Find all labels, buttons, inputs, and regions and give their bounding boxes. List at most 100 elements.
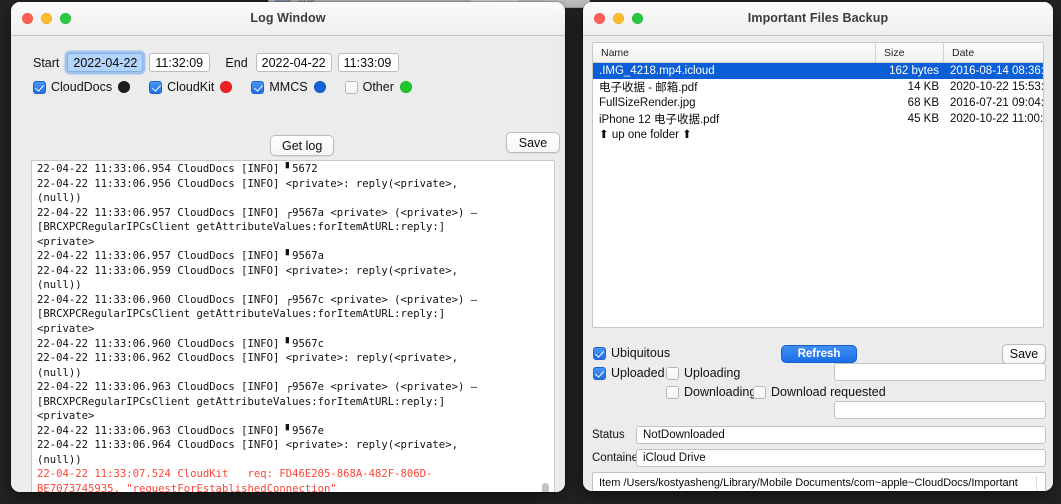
log-line: <private> [37,410,95,423]
container-value[interactable]: iCloud Drive [636,449,1046,467]
label-downloading: Downloading [684,385,757,399]
backup-save-button[interactable]: Save [1002,344,1046,364]
item-path-textarea[interactable]: Item /Users/kostyasheng/Library/Mobile D… [592,472,1046,491]
table-row[interactable]: 电子收据 - 邮箱.pdf 14 KB 2020-10-22 15:53:... [593,79,1043,95]
checkbox-other[interactable] [344,80,358,94]
log-line: (null)) [37,453,82,466]
checkbox-cloudkit[interactable] [149,80,163,94]
start-time-input[interactable]: 11:32:09 [149,53,211,72]
date-range-row: Start 2022-04-22 11:32:09 End 2022-04-22… [33,53,399,72]
filter-cloudkit[interactable]: CloudKit [149,80,244,94]
clouddocs-color-dot-icon [118,81,131,93]
log-line: (null)) [37,192,82,205]
log-line: 22-04-22 11:33:06.960 CloudDocs [INFO] ▘… [37,337,325,350]
status-row: Status NotDownloaded [592,426,1046,444]
column-header-size[interactable]: Size [876,43,944,62]
end-label: End [225,55,248,70]
log-line: 22-04-22 11:33:06.963 CloudDocs [INFO] ┌… [37,381,478,394]
filter-clouddocs-label: CloudDocs [51,80,113,94]
file-date-cell: 2020-10-22 15:53:... [950,81,1043,93]
log-window-title: Log Window [250,11,326,25]
mmcs-color-dot-icon [313,81,326,93]
checkbox-row-ubiquitous[interactable]: Ubiquitous [593,346,676,360]
filter-mmcs[interactable]: MMCS [251,80,337,94]
log-scrollbar-track[interactable] [539,162,553,492]
checkbox-clouddocs[interactable] [33,80,46,94]
container-row: Container iCloud Drive [592,449,1046,467]
start-date-input[interactable]: 2022-04-22 [67,53,144,72]
checkbox-download-requested[interactable] [753,385,766,399]
log-line: 22-04-22 11:33:06.963 CloudDocs [INFO] ▘… [37,424,325,437]
file-name-cell: .IMG_4218.mp4.icloud [599,65,715,77]
log-line: (null)) [37,366,82,379]
file-date-cell: 2020-10-22 11:00:32 [950,113,1043,125]
file-date-cell: 2016-08-14 08:36:... [950,65,1043,77]
log-output-text: 22-04-22 11:33:06.954 CloudDocs [INFO] ▘… [37,162,538,492]
checkbox-row-uploading[interactable]: Uploading [666,366,746,380]
file-name-cell: iPhone 12 电子收据.pdf [599,114,720,126]
get-log-button[interactable]: Get log [270,135,335,156]
log-line: [BRCXPCRegularIPCsClient getAttributeVal… [37,221,446,234]
log-save-button[interactable]: Save [506,132,560,153]
label-uploaded: Uploaded [611,366,665,380]
file-list-table[interactable]: Name Size Date .IMG_4218.mp4.icloud 162 b… [592,42,1044,328]
checkbox-uploaded[interactable] [593,366,606,380]
file-size-cell: 14 KB [907,81,939,93]
log-line: <private> [37,323,95,336]
up-one-folder-row[interactable]: ⬆ up one folder ⬆ [593,127,1043,141]
backup-window-title: Important Files Backup [747,11,889,25]
table-row[interactable]: FullSizeRender.jpg 68 KB 2016-07-21 09:04:… [593,95,1043,111]
log-line: [BRCXPCRegularIPCsClient getAttributeVal… [37,308,446,321]
log-line: 22-04-22 11:33:06.964 CloudDocs [INFO] <… [37,439,458,452]
checkbox-downloading[interactable] [666,385,679,399]
end-time-input[interactable]: 11:33:09 [337,53,399,72]
filter-cloudkit-label: CloudKit [167,80,215,94]
filter-other[interactable]: Other [344,80,424,94]
log-window-titlebar[interactable]: Log Window [11,2,565,36]
start-label: Start [33,55,60,70]
item-path-text: Item /Users/kostyasheng/Library/Mobile D… [599,477,1018,491]
checkbox-row-downloading[interactable]: Downloading [666,385,762,399]
file-size-cell: 162 bytes [889,65,939,77]
log-line: 22-04-22 11:33:06.957 CloudDocs [INFO] ┌… [37,206,478,219]
log-line: 22-04-22 11:33:06.954 CloudDocs [INFO] ▘… [37,163,318,175]
download-text-field[interactable] [834,401,1046,419]
status-label: Status [592,429,625,441]
label-uploading: Uploading [684,366,741,380]
log-scrollbar-thumb[interactable] [542,483,549,492]
file-name-cell: FullSizeRender.jpg [599,97,696,109]
label-download-requested: Download requested [771,385,886,399]
filter-clouddocs[interactable]: CloudDocs [33,80,142,94]
file-list-header: Name Size Date [593,43,1043,63]
table-row[interactable]: iPhone 12 电子收据.pdf 45 KB 2020-10-22 11:00:… [593,111,1043,127]
uploading-text-field[interactable] [834,363,1046,381]
container-label: Container [592,452,642,464]
log-line: <private> [37,235,95,248]
checkbox-mmcs[interactable] [251,80,265,94]
end-date-input[interactable]: 2022-04-22 [255,53,332,72]
item-path-scrollbar[interactable] [1036,476,1043,491]
log-filter-row: CloudDocs CloudKit MMCS Other [33,80,431,94]
checkbox-uploading[interactable] [666,366,679,380]
cloudkit-color-dot-icon [220,81,233,93]
label-ubiquitous: Ubiquitous [611,346,671,360]
refresh-button[interactable]: Refresh [781,345,857,363]
file-date-cell: 2016-07-21 09:04:... [950,97,1043,109]
column-header-name[interactable]: Name [593,43,876,62]
status-value[interactable]: NotDownloaded [636,426,1046,444]
log-line: 22-04-22 11:33:06.962 CloudDocs [INFO] <… [37,352,458,365]
backup-window-titlebar[interactable]: Important Files Backup [583,2,1053,36]
log-line: [BRCXPCRegularIPCsClient getAttributeVal… [37,395,446,408]
log-window[interactable]: Log Window Start 2022-04-22 11:32:09 End… [11,2,565,492]
log-output-scrollview[interactable]: 22-04-22 11:33:06.954 CloudDocs [INFO] ▘… [31,160,555,492]
file-size-cell: 68 KB [907,97,939,109]
log-line: 22-04-22 11:33:07.524 CloudKit req: FD46… [37,468,433,481]
log-line: 22-04-22 11:33:06.960 CloudDocs [INFO] ┌… [37,293,478,306]
backup-window[interactable]: Important Files Backup Name Size Date .I… [583,2,1053,491]
checkbox-row-download-requested[interactable]: Download requested [753,385,892,399]
checkbox-ubiquitous[interactable] [593,346,606,360]
column-header-date[interactable]: Date [944,43,1043,62]
table-row[interactable]: .IMG_4218.mp4.icloud 162 bytes 2016-08-14 … [593,63,1043,79]
checkbox-row-uploaded[interactable]: Uploaded [593,366,671,380]
file-size-cell: 45 KB [907,113,939,125]
